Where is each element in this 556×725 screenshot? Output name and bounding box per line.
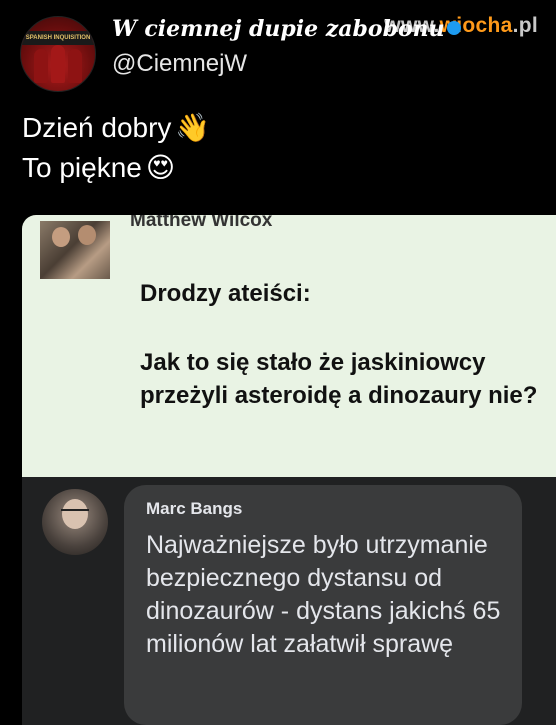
avatar-figure — [51, 45, 65, 83]
avatar-logo-text: SPANISH INQUISITION — [21, 31, 95, 45]
tweet-line-1-text: Dzień dobry — [22, 112, 172, 143]
tweet-line-2-text: To piękne — [22, 152, 142, 183]
avatar-figure — [34, 49, 48, 83]
watermark-suffix: .pl — [512, 14, 538, 37]
person-head — [78, 225, 96, 245]
attached-image-card[interactable]: Matthew Wilcox Drodzy ateiści: Jak to si… — [22, 215, 556, 725]
display-name-text: W ciemnej dupie zabobonu — [112, 16, 445, 42]
avatar-figure — [68, 49, 82, 83]
profile-avatar[interactable]: SPANISH INQUISITION — [20, 16, 96, 92]
display-name[interactable]: W ciemnej dupie zabobonu — [112, 16, 461, 42]
commenter-avatar — [42, 489, 108, 555]
post-author-name: Matthew Wilcox — [130, 215, 273, 231]
person-head — [52, 227, 70, 247]
post-greeting: Drodzy ateiści: — [140, 280, 311, 307]
post-author-photo — [40, 221, 110, 279]
heart-eyes-emoji-icon: 😍 — [145, 152, 176, 183]
comment-section: Marc Bangs Najważniejsze było utrzymanie… — [22, 477, 556, 725]
verified-badge-icon — [446, 21, 461, 35]
tweet-text: Dzień dobry 👋 To piękne 😍 — [22, 108, 210, 188]
comment-bubble: Marc Bangs Najważniejsze było utrzymanie… — [124, 485, 522, 725]
user-handle[interactable]: @CiemnejW — [112, 50, 247, 78]
comment-author: Marc Bangs — [146, 499, 243, 518]
tweet-line-2: To piękne 😍 — [22, 148, 210, 188]
waving-hand-emoji-icon: 👋 — [175, 112, 211, 143]
comment-text: Najważniejsze było utrzymanie bezpieczne… — [146, 531, 501, 658]
post-question: Jak to się stało że jaskiniowcy przeżyli… — [140, 349, 538, 409]
commenter-glasses — [61, 509, 89, 517]
tweet-line-1: Dzień dobry 👋 — [22, 108, 210, 148]
post-body: Drodzy ateiści: Jak to się stało że jask… — [140, 277, 550, 412]
